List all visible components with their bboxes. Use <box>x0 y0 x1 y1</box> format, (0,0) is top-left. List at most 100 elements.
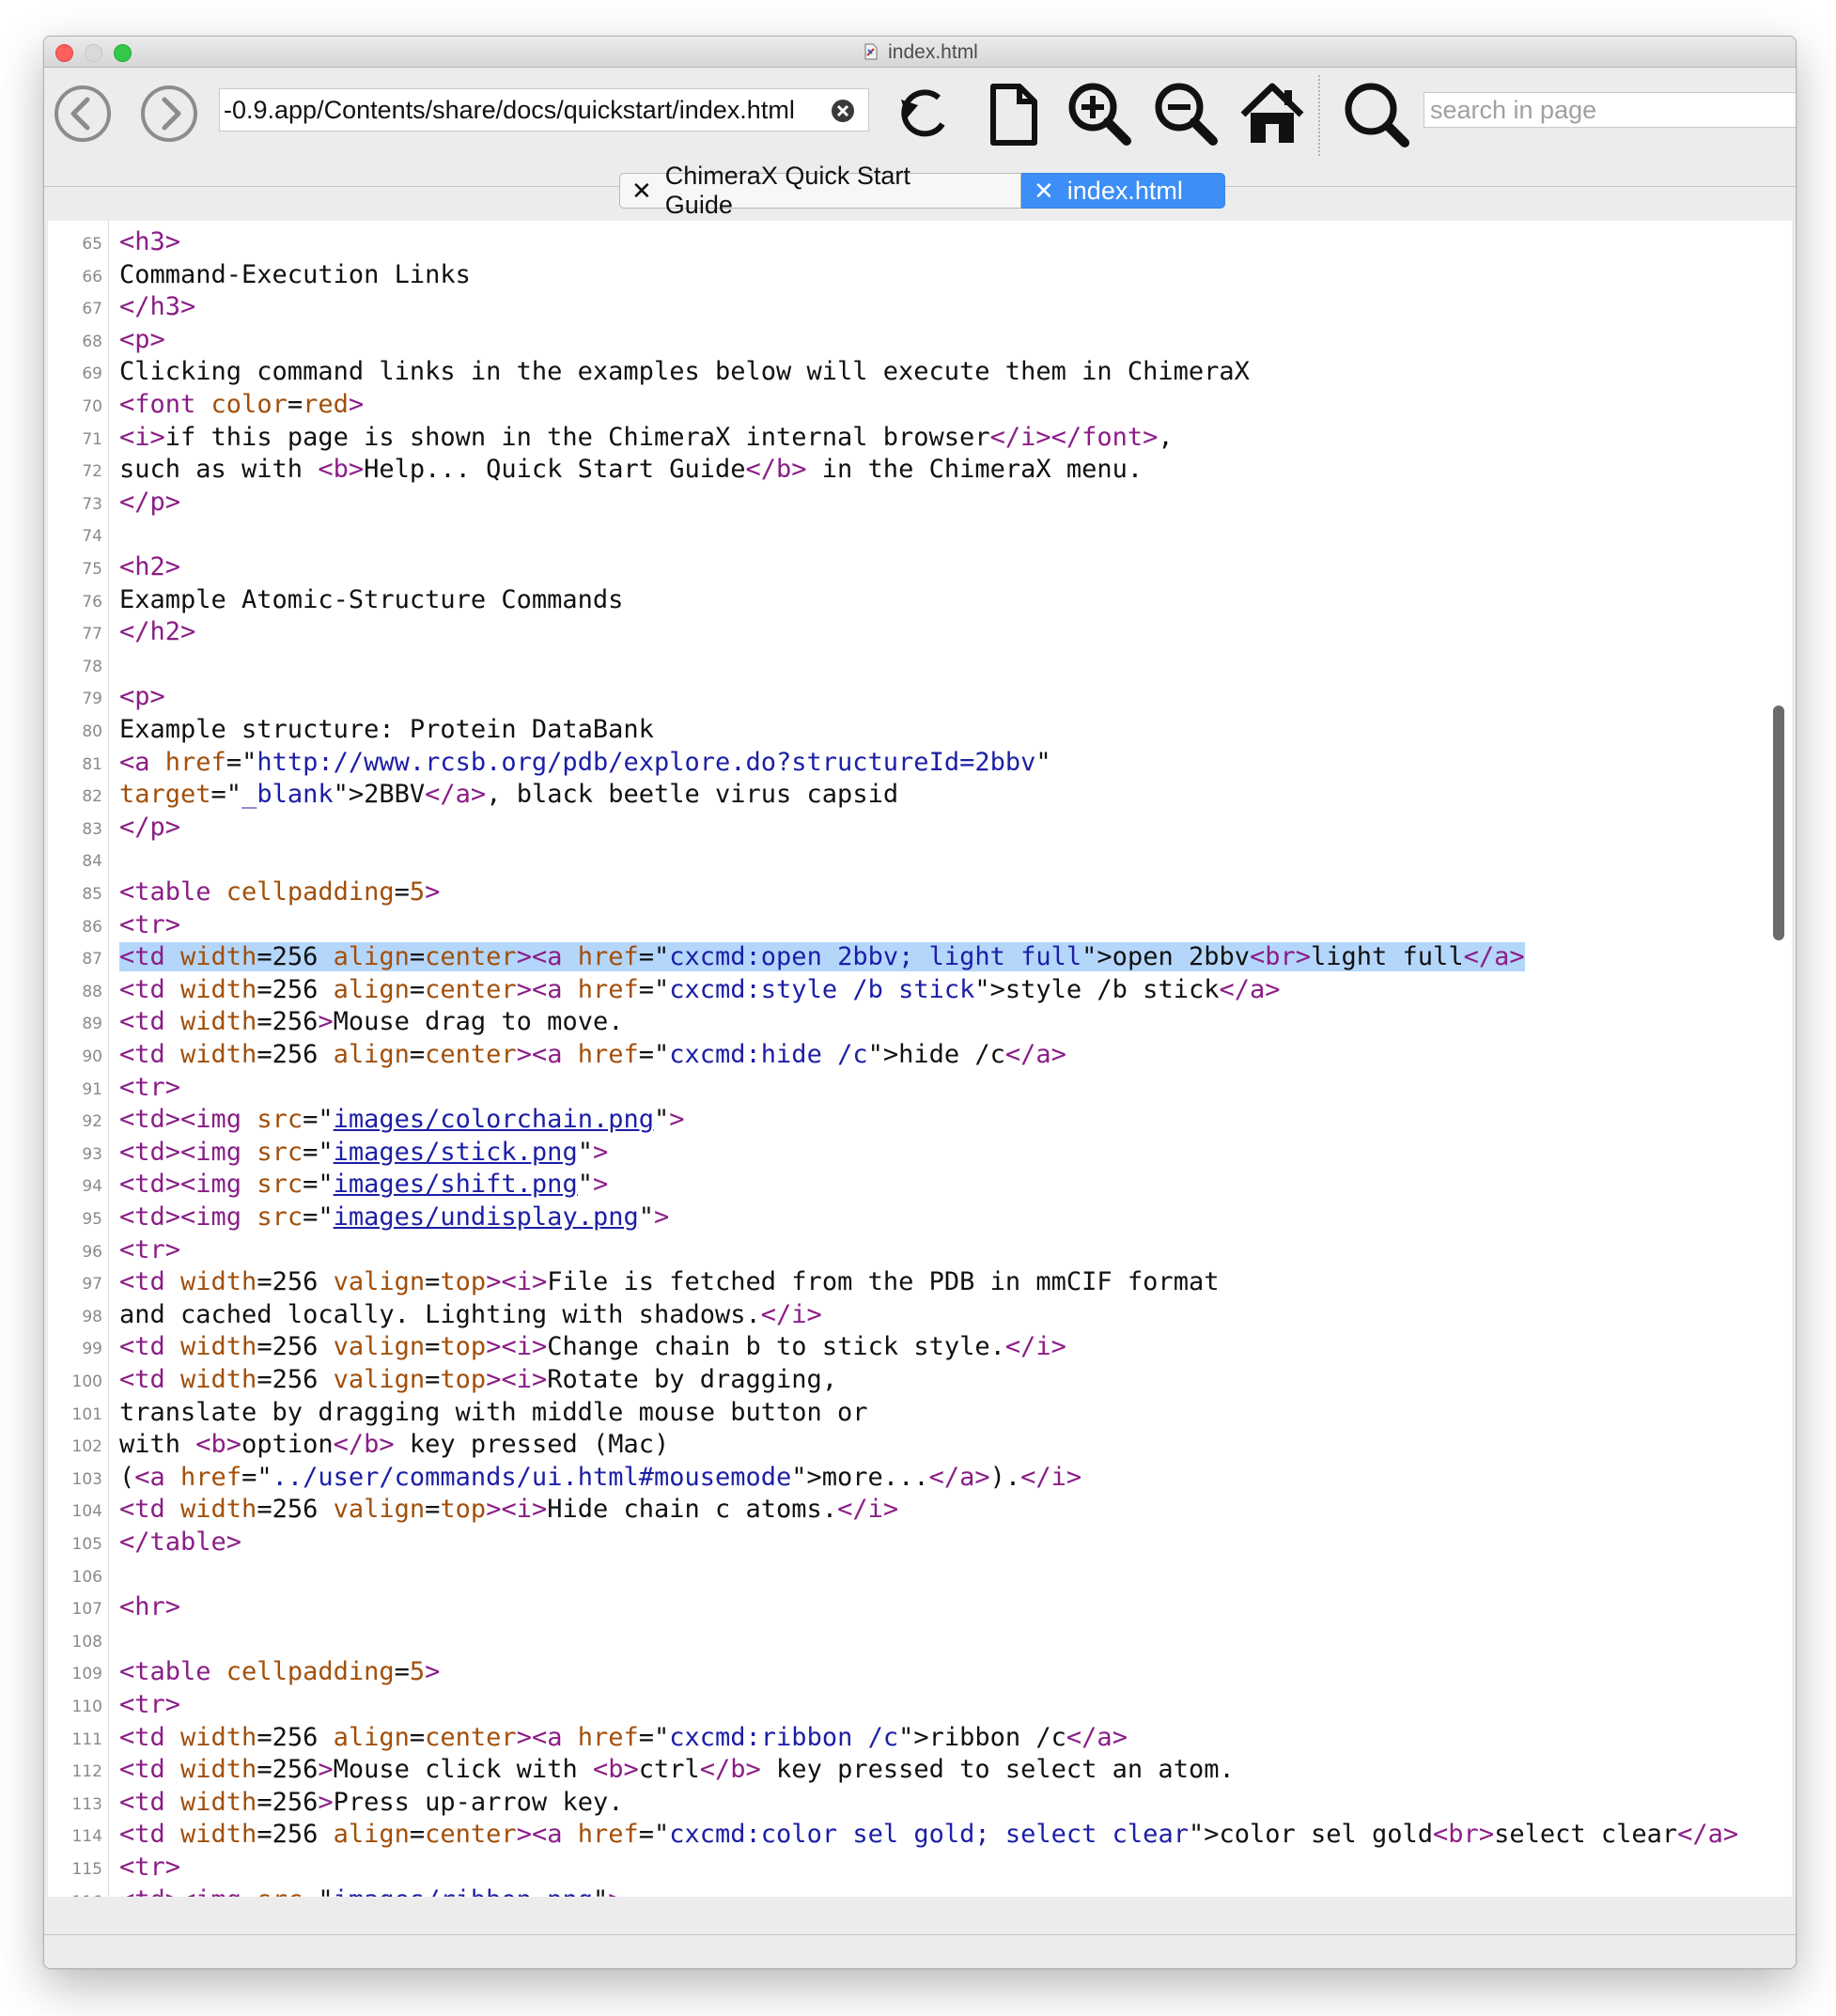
forward-icon[interactable] <box>140 85 198 143</box>
token-text: ">style /b stick <box>974 974 1220 1004</box>
line-code: <td width=256 align=center><a href="cxcm… <box>119 1722 1128 1754</box>
token-text: ">ribbon /c <box>898 1722 1066 1752</box>
line-code: <td width=256 valign=top><i>File is fetc… <box>119 1266 1219 1298</box>
token-tag: <i> <box>119 422 165 452</box>
line-number: 78 <box>82 657 102 676</box>
token-text: ">more... <box>791 1462 929 1492</box>
line-number: 106 <box>71 1567 102 1587</box>
token-tag: <b> <box>318 455 365 485</box>
line-number: 114 <box>71 1827 102 1847</box>
token-link[interactable]: images/stick.png <box>334 1138 578 1167</box>
close-tab-icon[interactable]: ✕ <box>631 177 652 206</box>
token-tag: </i> <box>760 1299 822 1329</box>
line-code: <hr> <box>119 1591 180 1623</box>
token-text: = <box>287 390 303 419</box>
line-number: 94 <box>82 1177 102 1197</box>
token-text: File is fetched from the PDB in mmCIF fo… <box>547 1267 1220 1297</box>
token-tag: </h2> <box>119 617 196 647</box>
token-tag: <td <box>119 1365 181 1394</box>
token-tag: </a> <box>1677 1820 1739 1850</box>
line-code: <td><img src="images/stick.png"> <box>119 1137 608 1169</box>
token-text: if this page is shown in the ChimeraX in… <box>164 422 990 452</box>
token-attr: width <box>180 1365 257 1394</box>
search-input[interactable] <box>1424 93 1796 127</box>
url-input[interactable] <box>220 89 825 131</box>
zoom-out-icon[interactable] <box>1149 77 1222 150</box>
tab-index-html[interactable]: ✕ index.html <box>1021 173 1225 209</box>
line-number: 84 <box>82 852 102 872</box>
token-tag: <td <box>119 1787 181 1817</box>
vertical-scrollbar[interactable] <box>1773 706 1784 940</box>
line-number: 92 <box>82 1112 102 1132</box>
token-attr: align <box>333 1820 410 1850</box>
reload-icon[interactable] <box>890 77 963 150</box>
token-text: =" <box>638 1820 670 1850</box>
line-code: target="_blank">2BBV</a>, black beetle v… <box>119 779 898 811</box>
token-tag: > <box>592 1137 609 1167</box>
token-text: =256 <box>257 1495 334 1525</box>
token-text: Example Atomic-Structure Commands <box>119 584 624 614</box>
new-page-icon[interactable] <box>976 77 1050 150</box>
clear-url-icon[interactable] <box>831 99 855 123</box>
token-attr: src <box>257 1105 303 1135</box>
line-number: 97 <box>82 1275 102 1295</box>
token-tag: > <box>653 1202 670 1232</box>
line-number: 65 <box>82 235 102 254</box>
source-view[interactable]: 65 <h3> 66 Command-Execution Links 67 </h3> 68… <box>48 221 1792 1897</box>
token-text: =" <box>638 942 670 972</box>
token-text: " <box>593 1885 608 1897</box>
token-tag: > <box>318 1007 334 1037</box>
line-code: <td><img src="images/shift.png"> <box>119 1169 608 1201</box>
line-code: Example structure: Protein DataBank <box>119 714 654 746</box>
home-icon[interactable] <box>1236 77 1309 150</box>
token-attr: width <box>180 1007 257 1037</box>
token-attr: width <box>180 1787 257 1817</box>
back-icon[interactable] <box>54 85 112 143</box>
token-text: =" <box>241 1462 272 1492</box>
line-code: translate by dragging with middle mouse … <box>119 1397 868 1429</box>
line-code: <h3> <box>119 226 180 258</box>
line-number: 103 <box>71 1469 102 1489</box>
line-number: 105 <box>71 1535 102 1554</box>
token-attr: width <box>180 974 257 1004</box>
tab-quick-start-guide[interactable]: ✕ ChimeraX Quick Start Guide <box>619 162 1021 219</box>
document-icon <box>864 43 878 60</box>
token-link[interactable]: images/undisplay.png <box>334 1202 639 1232</box>
token-val: http://www.rcsb.org/pdb/explore.do?struc… <box>257 747 1036 777</box>
token-tag: <tr> <box>119 1072 181 1102</box>
search-field[interactable] <box>1424 92 1796 128</box>
token-tag: </i> <box>1004 1332 1066 1362</box>
line-code: <p> <box>119 681 165 713</box>
line-number: 69 <box>82 364 102 384</box>
token-attr: cellpadding <box>226 1657 395 1687</box>
token-text: =256 <box>257 1007 319 1037</box>
token-text: with <box>119 1430 196 1460</box>
token-attr: href <box>577 1040 639 1069</box>
close-tab-icon[interactable]: ✕ <box>1034 177 1054 206</box>
line-code: </p> <box>119 812 180 844</box>
token-tag: <table <box>119 1657 226 1687</box>
token-link[interactable]: images/colorchain.png <box>334 1105 654 1134</box>
token-tag: <td <box>119 1722 181 1752</box>
line-number: 71 <box>82 429 102 449</box>
token-text: " <box>1035 747 1051 777</box>
token-text: Example structure: Protein DataBank <box>119 715 654 744</box>
token-attr: href <box>577 1820 639 1850</box>
zoom-in-icon[interactable] <box>1063 77 1136 150</box>
token-link[interactable]: images/ribbon.png <box>334 1885 593 1897</box>
token-attr: src <box>257 1170 303 1200</box>
token-tag: <h2> <box>119 552 181 582</box>
token-attr: align <box>333 1722 410 1752</box>
url-bar[interactable] <box>219 88 869 132</box>
token-tag: <table <box>119 877 226 907</box>
token-tag: ><a <box>516 942 578 972</box>
line-code: <tr> <box>119 909 180 941</box>
token-link[interactable]: images/shift.png <box>334 1170 578 1199</box>
token-attr: 5 <box>409 1657 426 1687</box>
title-bar: index.html <box>44 37 1796 68</box>
token-val: cxcmd:color sel gold; select clear <box>669 1820 1189 1850</box>
token-text: and cached locally. Lighting with shadow… <box>119 1299 761 1329</box>
search-icon[interactable] <box>1339 77 1412 150</box>
token-attr: center <box>425 1820 517 1850</box>
token-attr: top <box>440 1267 487 1297</box>
